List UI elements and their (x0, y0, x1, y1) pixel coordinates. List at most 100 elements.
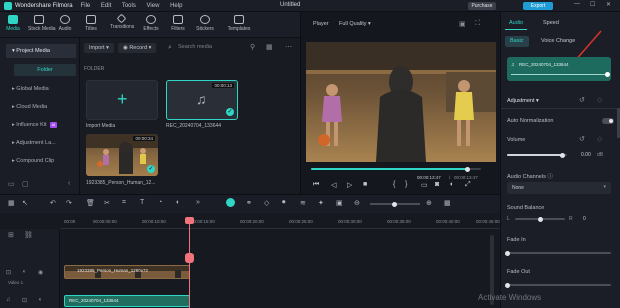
sidebar-item-adjustment-layer[interactable]: ▸ Adjustment La... (6, 136, 76, 150)
keyframe-icon[interactable]: ◇ (597, 96, 602, 104)
sidebar-item-project-media[interactable]: ▾ Project Media (6, 44, 76, 58)
marker-icon[interactable]: ◇ (264, 199, 269, 207)
section-adjustment[interactable]: Adjustment ▾ (507, 98, 539, 104)
prev-frame-icon[interactable]: ⏮ (313, 181, 319, 189)
step-back-icon[interactable]: ◁ (331, 181, 336, 189)
media-item-video[interactable]: 00:00:34 ✓ (86, 134, 158, 176)
color-icon[interactable]: ◐ (176, 199, 180, 206)
search-input[interactable]: Search media (178, 44, 212, 50)
quality-dropdown[interactable]: Full Quality ▾ (339, 21, 371, 27)
audio-clip[interactable]: REC_20240704_133644 (64, 295, 190, 307)
more-tools-icon[interactable]: » (196, 199, 200, 206)
sidebar-item-influence-kit[interactable]: ▸ Influence Kit AI (6, 118, 76, 132)
sidebar-item-cloud-media[interactable]: ▸ Cloud Media (6, 100, 76, 114)
select-icon[interactable]: ↖ (22, 199, 28, 207)
camera-icon[interactable]: ◙ (435, 181, 439, 188)
fade-out-knob[interactable] (504, 282, 510, 288)
collapse-icon[interactable]: ‹ (68, 180, 70, 187)
play-icon[interactable]: ▷ (347, 181, 352, 189)
menu-view[interactable]: View (147, 3, 160, 9)
timeline-ruler[interactable] (60, 213, 500, 229)
clip-knob[interactable] (605, 72, 610, 77)
new-folder-icon[interactable]: ▭ (8, 180, 15, 188)
playhead-handle[interactable] (185, 217, 194, 224)
menu-edit[interactable]: Edit (101, 3, 111, 9)
zoom-in-icon[interactable]: ⊕ (426, 199, 432, 207)
audio-mute-icon[interactable]: ◖ (38, 297, 42, 303)
more-icon[interactable]: ⋯ (285, 43, 292, 51)
tool-audio[interactable]: Audio (54, 15, 76, 32)
sidebar-item-folder[interactable]: Folder (14, 64, 76, 76)
purchase-button[interactable]: Purchase (468, 2, 496, 10)
delete-icon[interactable]: 🗑 (86, 199, 95, 207)
fullscreen-icon[interactable]: ⛶ (475, 20, 480, 28)
video-preview[interactable] (306, 42, 496, 162)
export-button[interactable]: Export (523, 2, 553, 10)
reset-icon[interactable]: ↺ (579, 96, 585, 104)
split-icon[interactable]: ✂ (104, 199, 110, 207)
tool-media[interactable]: Media (2, 15, 24, 32)
redo-icon[interactable]: ↷ (66, 199, 72, 207)
playhead-knob[interactable] (464, 166, 470, 172)
undo-icon[interactable]: ↶ (50, 199, 56, 207)
tab-audio[interactable]: Audio (505, 18, 527, 30)
track-audio-icon[interactable]: ◖ (22, 269, 26, 275)
record-dropdown[interactable]: ◉ Record ▾ (118, 43, 157, 53)
audio-channels-select[interactable]: None ▾ (507, 182, 611, 194)
layout-icon[interactable]: ▦ (8, 199, 15, 207)
minimize-icon[interactable]: — (574, 1, 580, 7)
fade-out-slider[interactable] (504, 282, 611, 288)
close-icon[interactable]: ✕ (606, 1, 611, 8)
mic-icon[interactable]: ⏺ (282, 199, 286, 207)
monitor-icon[interactable]: ▭ (421, 181, 428, 189)
playback-progress[interactable] (311, 166, 481, 172)
playhead-marker[interactable] (185, 253, 194, 263)
tool-stickers[interactable]: Stickers (194, 15, 216, 32)
audio-track-icon[interactable]: ♫ (6, 297, 11, 303)
speed-icon[interactable]: ◔ (158, 199, 162, 206)
expand-icon[interactable]: ⤢ (465, 181, 471, 189)
track-visibility-icon[interactable]: ◉ (38, 269, 43, 276)
subtab-basic[interactable]: Basic (505, 36, 529, 47)
sound-balance-slider[interactable] (515, 216, 565, 222)
menu-help[interactable]: Help (170, 3, 182, 9)
tab-speed[interactable]: Speed (541, 18, 563, 30)
mark-out-icon[interactable]: } (405, 181, 407, 188)
auto-normalization-toggle[interactable] (602, 118, 614, 124)
volume-value[interactable]: 0.00 (581, 152, 591, 158)
zoom-out-icon[interactable]: ⊖ (354, 199, 360, 207)
maximize-icon[interactable]: ☐ (590, 1, 595, 8)
timeline-grid-icon[interactable]: ▦ (444, 199, 451, 207)
pip-icon[interactable]: ▣ (336, 199, 343, 207)
tool-transitions[interactable]: Transitions (110, 13, 134, 30)
add-track-icon[interactable]: ⊞ (8, 231, 14, 239)
video-clip[interactable]: 1923385_Person_Human_1280x72 (64, 265, 190, 279)
mark-in-icon[interactable]: { (393, 181, 395, 188)
media-item-rec[interactable]: 00:00:13 ♫ ✓ (166, 80, 238, 120)
snap-icon[interactable]: ⚭ (246, 199, 252, 207)
text-icon[interactable]: T (140, 199, 144, 206)
tool-titles[interactable]: Titles (80, 15, 102, 32)
tool-templates[interactable]: Templates (224, 15, 254, 32)
stop-icon[interactable]: ■ (363, 181, 367, 188)
audio-mix-icon[interactable]: ≋ (300, 199, 306, 207)
track-lock-icon[interactable]: ⊡ (6, 269, 11, 276)
filter-icon[interactable]: ⚲ (250, 43, 255, 51)
tool-filters[interactable]: Filters (167, 15, 189, 32)
balance-value[interactable]: 0 (583, 216, 586, 222)
grid-view-icon[interactable]: ▦ (266, 43, 273, 51)
tool-effects[interactable]: Effects (140, 15, 162, 32)
volume-knob[interactable] (559, 152, 565, 158)
snapshot-icon[interactable]: ▣ (459, 20, 466, 28)
audio-lock-icon[interactable]: ⊡ (22, 297, 27, 304)
sidebar-item-global-media[interactable]: ▸ Global Media (6, 82, 76, 96)
link-icon[interactable]: ⛓ (24, 231, 33, 239)
menu-file[interactable]: File (81, 3, 91, 9)
fade-in-knob[interactable] (504, 250, 510, 256)
volume-slider[interactable] (507, 152, 567, 158)
tool-stock-media[interactable]: Stock Media (28, 15, 56, 32)
volume-reset-icon[interactable]: ↺ (579, 135, 585, 143)
volume-keyframe-icon[interactable]: ◇ (597, 135, 602, 143)
balance-knob[interactable] (537, 216, 543, 222)
zoom-slider[interactable] (370, 201, 420, 207)
